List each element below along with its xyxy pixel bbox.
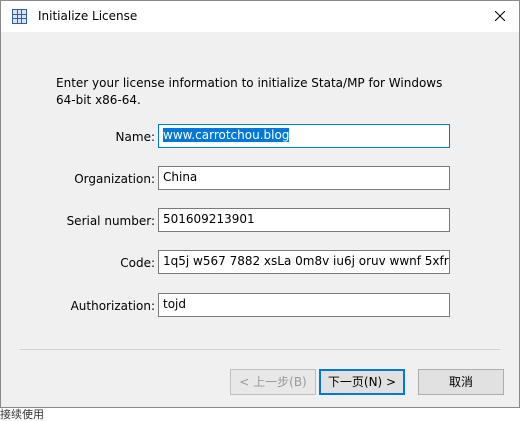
authorization-value: tojd bbox=[163, 297, 186, 311]
back-button[interactable]: < 上一步(B) bbox=[230, 369, 316, 395]
name-label: Name: bbox=[115, 130, 155, 144]
organization-field[interactable]: China bbox=[158, 166, 450, 190]
name-field[interactable]: www.carrotchou.blog bbox=[158, 124, 450, 148]
close-button[interactable] bbox=[487, 5, 513, 27]
authorization-field[interactable]: tojd bbox=[158, 293, 450, 317]
button-separator bbox=[20, 349, 500, 350]
serial-number-value: 501609213901 bbox=[163, 212, 255, 226]
background-window-text: 接续使用 bbox=[0, 408, 44, 421]
next-button[interactable]: 下一页(N) > bbox=[319, 369, 405, 395]
license-dialog: Initialize License Enter your license in… bbox=[0, 0, 520, 408]
code-label: Code: bbox=[120, 256, 155, 270]
instruction-text: Enter your license information to initia… bbox=[56, 76, 443, 107]
cancel-button[interactable]: 取消 bbox=[418, 369, 504, 395]
close-icon bbox=[495, 11, 505, 21]
authorization-label: Authorization: bbox=[70, 299, 155, 313]
serial-number-field[interactable]: 501609213901 bbox=[158, 208, 450, 232]
code-field[interactable]: 1q5j w567 7882 xsLa 0m8v iu6j oruv wwnf … bbox=[158, 250, 450, 274]
stata-app-icon bbox=[12, 9, 27, 24]
serial-number-label: Serial number: bbox=[66, 214, 155, 228]
organization-label: Organization: bbox=[74, 172, 155, 186]
name-value: www.carrotchou.blog bbox=[163, 128, 290, 142]
code-value: 1q5j w567 7882 xsLa 0m8v iu6j oruv wwnf … bbox=[163, 254, 449, 268]
window-title: Initialize License bbox=[38, 9, 138, 23]
organization-value: China bbox=[163, 170, 198, 184]
title-bar[interactable]: Initialize License bbox=[1, 1, 519, 32]
